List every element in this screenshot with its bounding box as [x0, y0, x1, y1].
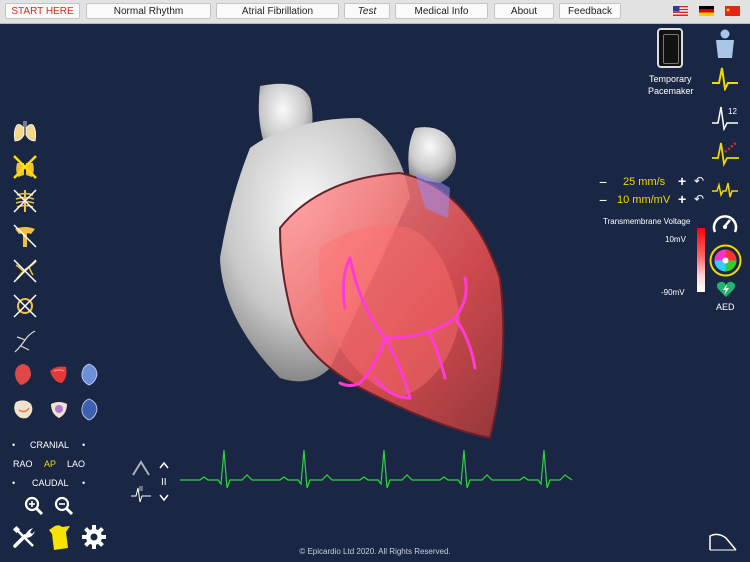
gain-value: 10 mm/mV	[617, 194, 671, 206]
gain-minus-button[interactable]: −	[599, 192, 607, 208]
chevron-down-icon[interactable]	[158, 493, 170, 502]
pause-button[interactable]: II	[161, 477, 167, 488]
ecg-pacing-icon[interactable]	[711, 138, 741, 168]
speed-minus-button[interactable]: −	[599, 174, 607, 190]
bullet: •	[12, 478, 16, 488]
sternum-icon[interactable]	[11, 222, 39, 250]
speed-value: 25 mm/s	[623, 176, 666, 188]
temporary-pacemaker-button[interactable]	[657, 28, 683, 68]
voltage-color-bar	[697, 228, 705, 292]
color-wheel-icon[interactable]	[709, 244, 742, 277]
china-flag-icon[interactable]	[725, 6, 740, 16]
voltage-max-label: 10mV	[665, 235, 686, 244]
vessels-hide-icon[interactable]	[11, 257, 39, 285]
atrial-fibrillation-button[interactable]: Atrial Fibrillation	[216, 3, 339, 19]
aed-heart-icon[interactable]	[716, 280, 736, 298]
zoom-in-icon[interactable]	[23, 495, 45, 517]
us-flag-icon[interactable]	[673, 6, 688, 16]
pacemaker-label-line2: Pacemaker	[648, 86, 694, 96]
lead-label: II	[139, 486, 143, 493]
aed-label: AED	[716, 302, 735, 312]
voltage-legend-title: Transmembrane Voltage	[603, 217, 691, 226]
heart-3d-model[interactable]	[200, 78, 530, 448]
ribcage-icon[interactable]	[11, 187, 39, 215]
top-toolbar: START HERE Normal Rhythm Atrial Fibrilla…	[0, 0, 750, 24]
germany-flag-icon[interactable]	[699, 6, 714, 16]
test-button[interactable]: Test	[344, 3, 390, 19]
gain-reset-button[interactable]: ↶	[694, 192, 704, 206]
hide-lungs-icon[interactable]	[11, 153, 39, 181]
lungs-icon[interactable]	[11, 117, 39, 145]
speedometer-icon[interactable]	[711, 210, 739, 238]
copyright-text: © Epicardio Ltd 2020. All Rights Reserve…	[299, 547, 451, 556]
lao-view-button[interactable]: LAO	[67, 459, 85, 469]
bullet: •	[82, 478, 86, 488]
heart-white-icon[interactable]	[11, 396, 37, 422]
ecg-single-lead-icon[interactable]	[711, 65, 739, 91]
medical-info-button[interactable]: Medical Info	[395, 3, 488, 19]
ecg-rhythm-icon[interactable]	[711, 177, 739, 203]
normal-rhythm-button[interactable]: Normal Rhythm	[86, 3, 211, 19]
heart-blue-icon[interactable]	[77, 361, 101, 387]
zoom-out-icon[interactable]	[53, 495, 75, 517]
heart-red-full-icon[interactable]	[11, 361, 35, 387]
bullet: •	[82, 440, 86, 450]
feedback-button[interactable]: Feedback	[559, 3, 621, 19]
speed-plus-button[interactable]: +	[678, 173, 686, 189]
ap-view-button[interactable]: AP	[44, 459, 56, 469]
heart-red-cut-icon[interactable]	[46, 361, 70, 387]
bullet: •	[12, 440, 16, 450]
speed-reset-button[interactable]: ↶	[694, 174, 704, 188]
rao-view-button[interactable]: RAO	[13, 459, 33, 469]
about-button[interactable]: About	[494, 3, 554, 19]
conduction-hide-icon[interactable]	[11, 292, 39, 320]
twelve-lead-label: 12	[728, 107, 737, 116]
heart-blue-outline-icon[interactable]	[77, 396, 101, 422]
start-here-button[interactable]: START HERE	[5, 3, 80, 19]
caudal-view-button[interactable]: CAUDAL	[32, 478, 69, 488]
voltage-min-label: -90mV	[661, 288, 685, 297]
signal-peak-icon[interactable]	[131, 459, 151, 477]
body-figure-icon[interactable]	[711, 28, 739, 60]
heart-white-purple-icon[interactable]	[47, 396, 71, 422]
nerve-branch-icon[interactable]	[11, 328, 39, 356]
pacemaker-label-line1: Temporary	[649, 74, 692, 84]
gain-plus-button[interactable]: +	[678, 191, 686, 207]
ecg-trace	[180, 449, 572, 489]
chevron-up-icon[interactable]	[158, 461, 170, 470]
cranial-view-button[interactable]: CRANIAL	[30, 440, 69, 450]
